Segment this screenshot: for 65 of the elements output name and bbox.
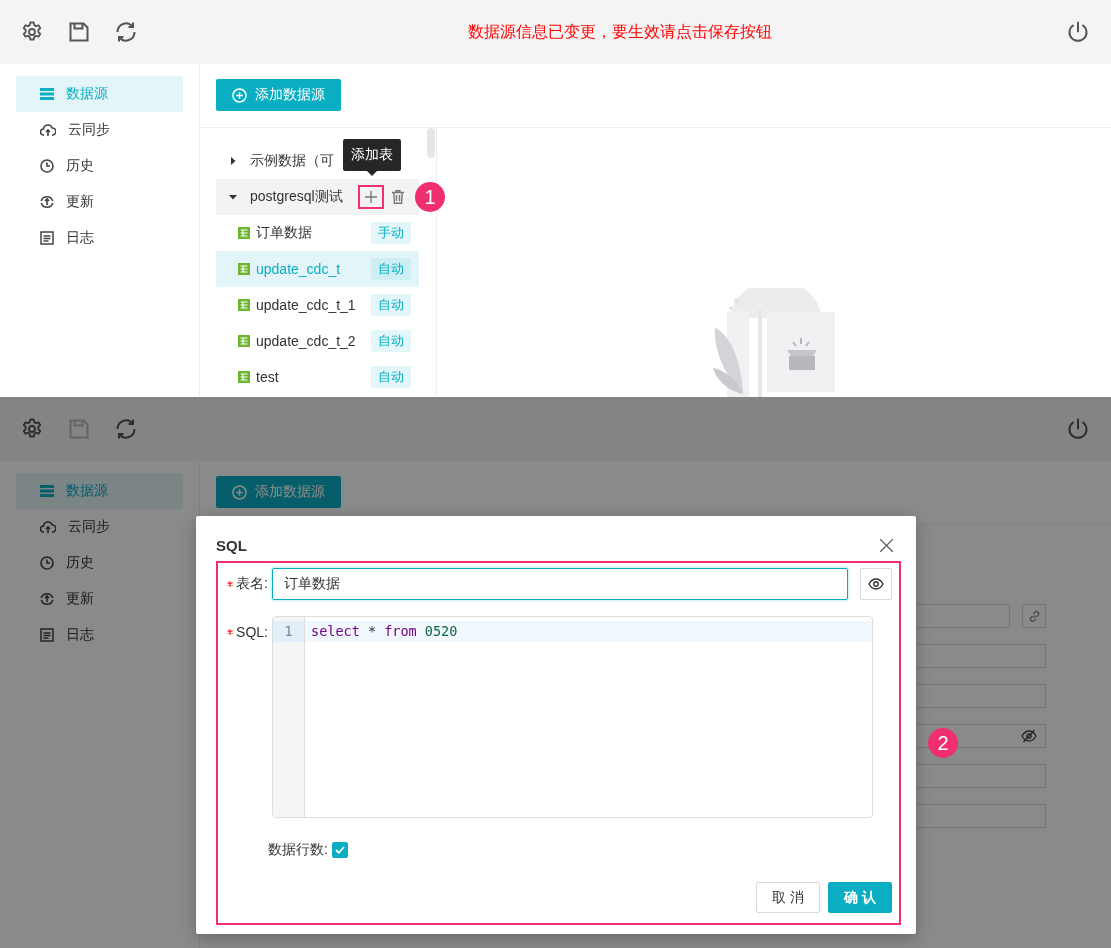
clock-icon	[40, 159, 54, 173]
database-icon	[40, 87, 54, 101]
table-icon	[238, 227, 250, 239]
table-name-field[interactable]: 订单数据	[272, 568, 848, 600]
link-icon	[1027, 609, 1041, 623]
sidebar-item[interactable]: 日志	[16, 617, 183, 653]
caret-down-icon[interactable]	[229, 193, 237, 201]
tooltip: 添加表	[343, 139, 401, 176]
step-badge: 2	[928, 728, 958, 758]
close-button[interactable]	[880, 539, 893, 552]
change-notice: 数据源信息已变更，要生效请点击保存按钮	[468, 21, 772, 42]
trash-icon[interactable]	[392, 190, 404, 204]
sidebar-item[interactable]: 日志	[16, 220, 183, 256]
table-item[interactable]: test 自动	[216, 359, 419, 395]
save-icon[interactable]	[67, 20, 91, 44]
table-icon	[238, 299, 250, 311]
step-badge: 1	[415, 182, 445, 212]
sidebar-item[interactable]: 历史	[16, 545, 183, 581]
sidebar-item[interactable]: 更新	[16, 184, 183, 220]
code-editor[interactable]: 1 select * from 0520	[272, 616, 873, 818]
sidebar-item[interactable]: 云同步	[16, 112, 183, 148]
data-source-name[interactable]: postgresql测试	[250, 188, 343, 206]
field-label: SQL:	[236, 624, 268, 640]
refresh-icon[interactable]	[114, 417, 138, 441]
update-icon	[40, 592, 54, 606]
database-icon	[40, 484, 54, 498]
caret-right-icon[interactable]	[229, 157, 237, 165]
add-table-button[interactable]	[358, 185, 384, 209]
table-item[interactable]: update_cdc_t_2 自动	[216, 323, 419, 359]
tree-node[interactable]: 示例数据（可	[216, 143, 334, 179]
sidebar-item[interactable]: 历史	[16, 148, 183, 184]
dialog-title: SQL	[216, 537, 247, 554]
table-icon	[238, 371, 250, 383]
cloud-icon	[40, 123, 56, 137]
table-icon	[238, 335, 250, 347]
power-icon[interactable]	[1066, 20, 1090, 44]
eye-slash-icon[interactable]	[1021, 729, 1037, 743]
check-icon	[334, 846, 345, 854]
power-icon[interactable]	[1066, 417, 1090, 441]
tree-node[interactable]: postgresql测试	[216, 179, 419, 215]
checkbox-label: 数据行数:	[268, 841, 328, 859]
cloud-icon	[40, 520, 56, 534]
close-icon	[880, 539, 893, 552]
plus-icon	[365, 191, 377, 203]
table-item[interactable]: 订单数据 手动	[216, 215, 419, 251]
cancel-button[interactable]: 取 消	[756, 882, 820, 913]
scrollbar[interactable]	[427, 128, 435, 158]
table-item[interactable]: update_cdc_t_1 自动	[216, 287, 419, 323]
refresh-icon[interactable]	[114, 20, 138, 44]
plus-circle-icon	[232, 87, 247, 103]
preview-button[interactable]	[860, 568, 892, 600]
table-icon	[238, 263, 250, 275]
log-icon	[40, 628, 54, 642]
eye-icon	[868, 578, 884, 590]
plus-circle-icon	[232, 484, 247, 500]
sidebar-item[interactable]: 更新	[16, 581, 183, 617]
log-icon	[40, 231, 54, 245]
data-source-name[interactable]: 示例数据（可	[250, 152, 334, 170]
line-number: 1	[273, 621, 304, 642]
link-button[interactable]	[1022, 604, 1046, 628]
field-label: 表名:	[236, 575, 268, 593]
clock-icon	[40, 556, 54, 570]
update-icon	[40, 195, 54, 209]
row-count-checkbox[interactable]	[331, 842, 348, 858]
sidebar-item[interactable]: 云同步	[16, 509, 183, 545]
